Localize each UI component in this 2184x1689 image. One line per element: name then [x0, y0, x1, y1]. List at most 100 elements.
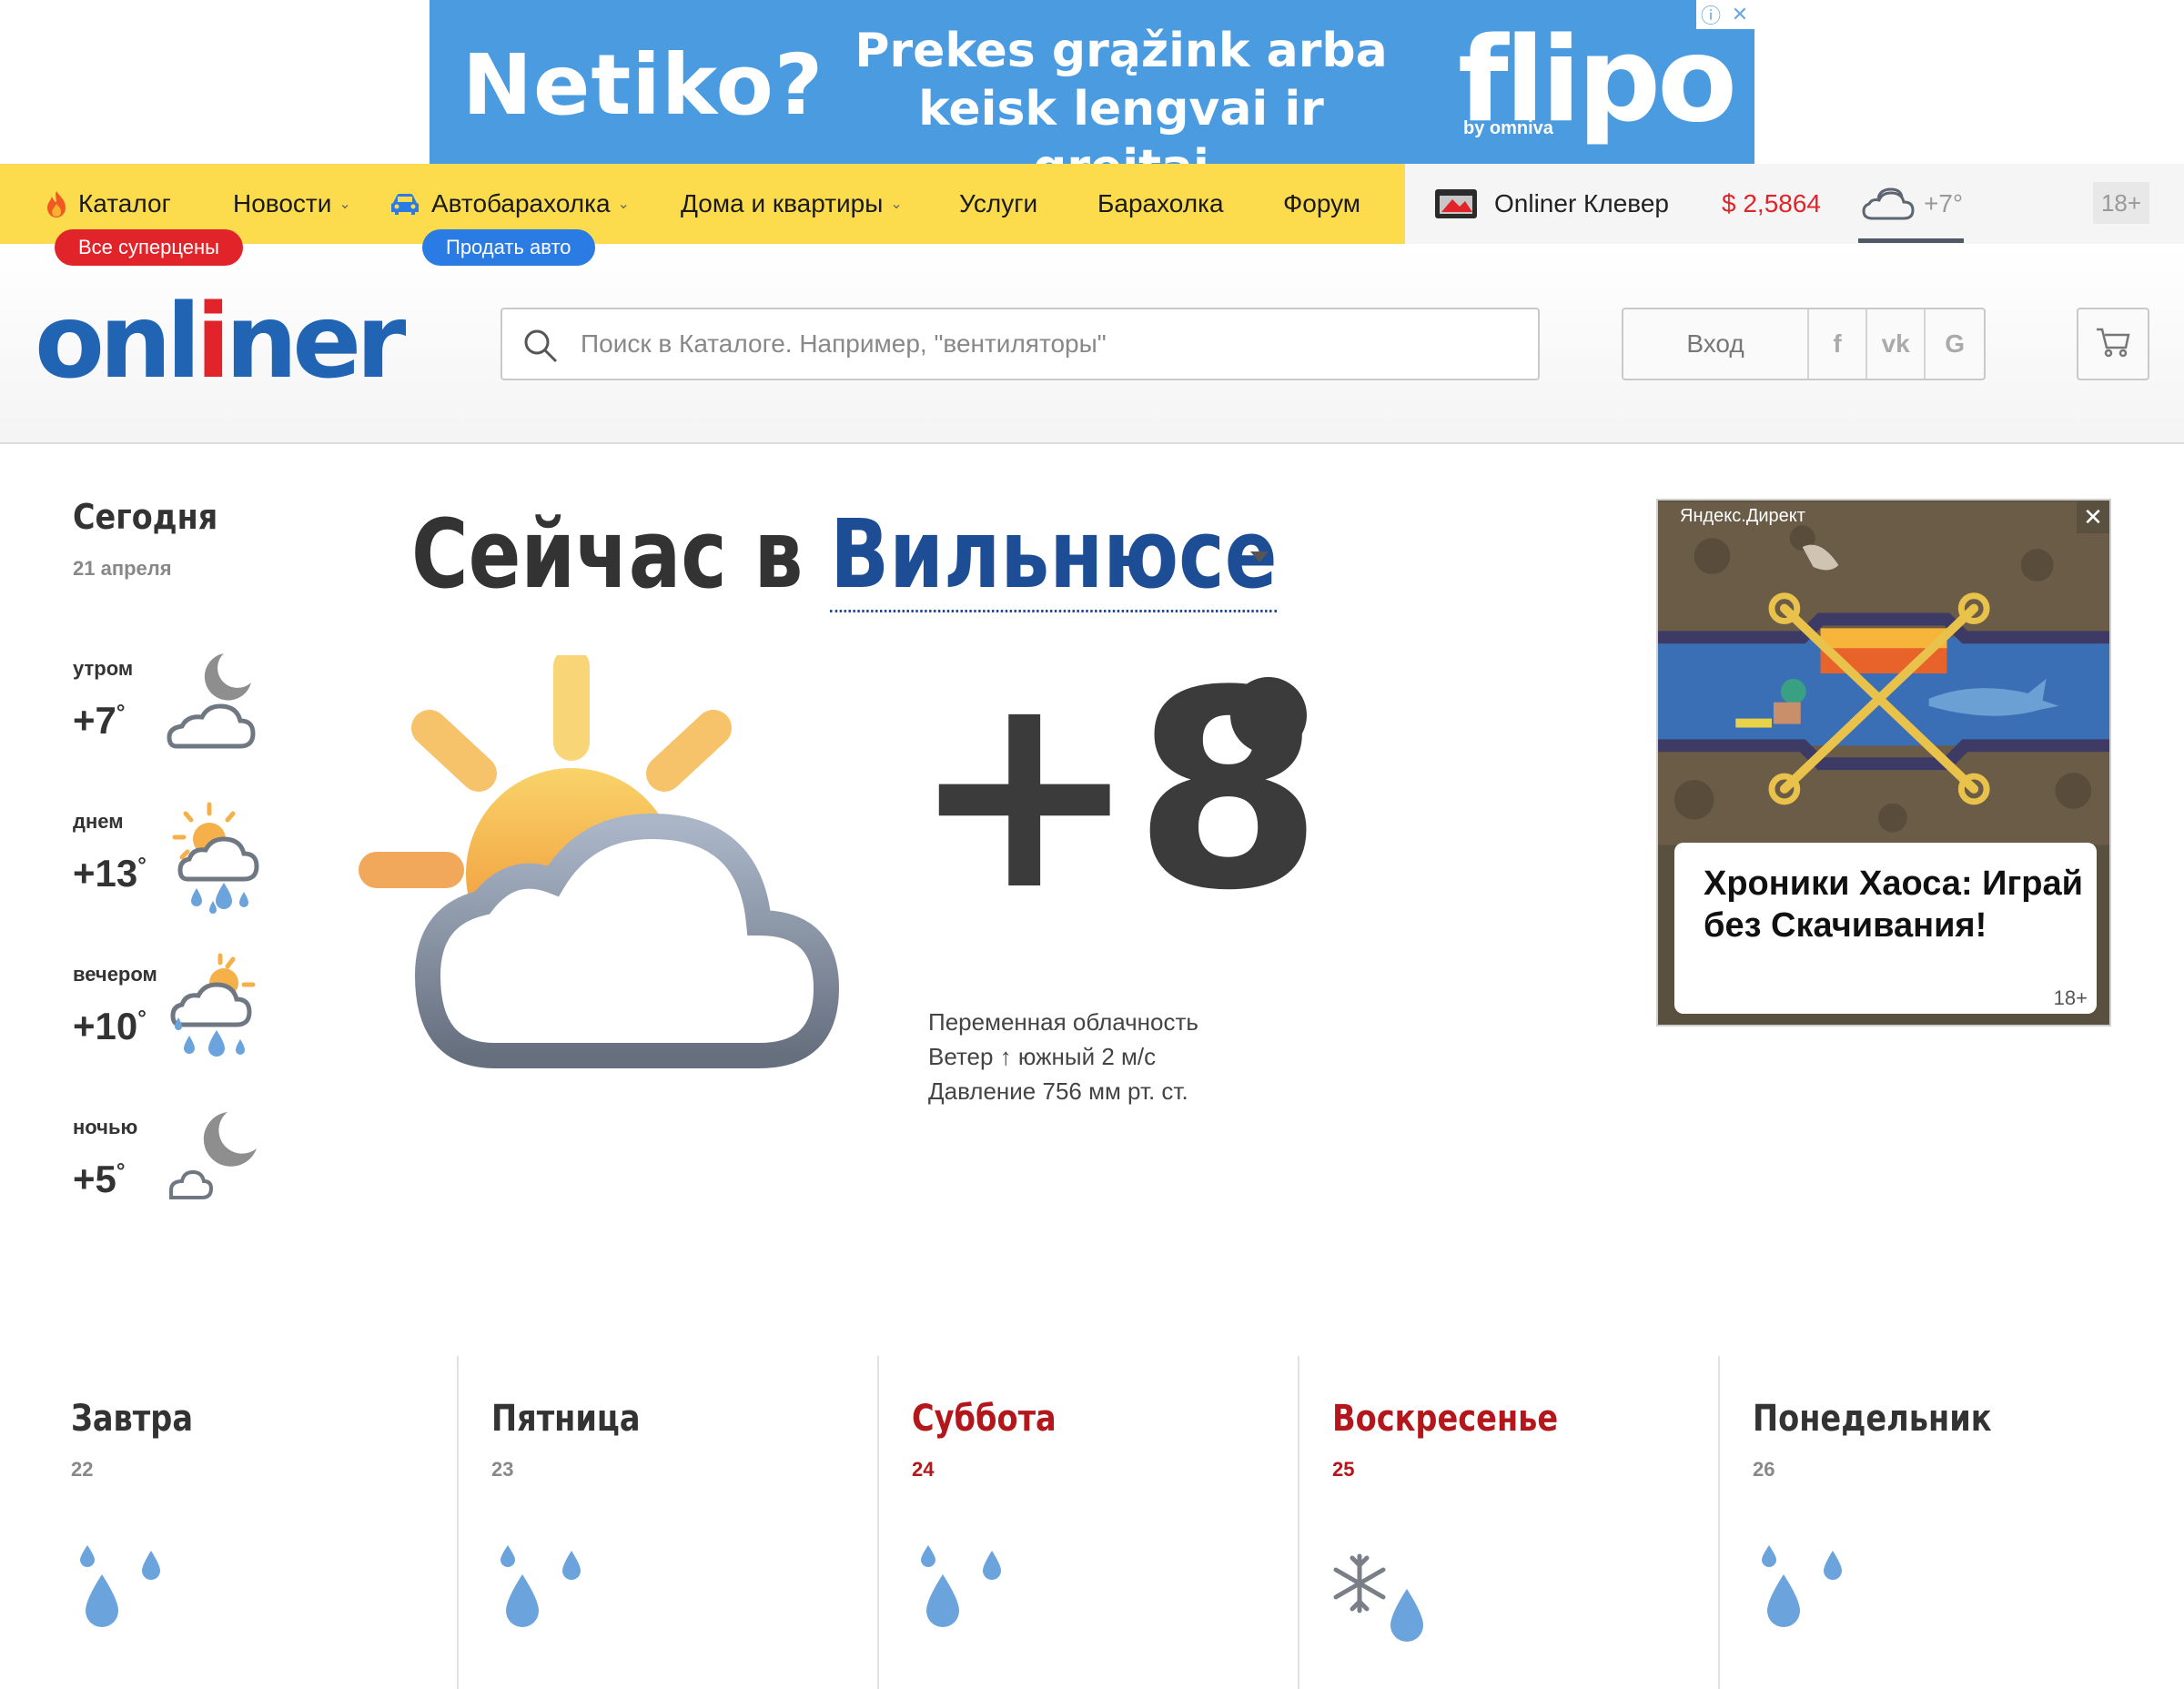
ad-headline: Netiko? [462, 36, 824, 134]
now-title: Сейчас в Вильнюсе [411, 499, 1278, 612]
nav-item-catalog[interactable]: Каталог [44, 186, 171, 222]
now-prefix: Сейчас в [411, 499, 804, 610]
nav-item-realty[interactable]: Дома и квартиры ⌄ [681, 186, 903, 222]
forecast-date: 25 [1332, 1458, 1355, 1481]
day-part-night: ночью +5° [73, 1112, 291, 1261]
forecast-day[interactable]: Суббота 24 [877, 1356, 1298, 1689]
page: Netiko? Prekes grąžink arba keisk lengva… [0, 0, 2184, 1689]
part-temp: +7° [73, 699, 126, 742]
rain-drops-icon [66, 1538, 175, 1665]
site-header: onliner Вход f vk G [0, 244, 2184, 444]
chevron-down-icon: ⌄ [617, 197, 630, 212]
part-label: днем [73, 810, 124, 833]
ad-slogan: Prekes grąžink arba keisk lengvai ir gre… [848, 22, 1394, 164]
forecast-day[interactable]: Воскресенье 25 [1298, 1356, 1718, 1689]
nav-weather[interactable]: +7° [1860, 186, 1963, 222]
chevron-down-icon: ⌄ [890, 197, 903, 212]
part-temp: +13° [73, 852, 147, 895]
main-nav: Каталог Новости ⌄ Автобарахолка ⌄ Дома и… [0, 164, 2184, 266]
search-input[interactable] [581, 319, 1518, 369]
ad-age: 18+ [2053, 986, 2088, 1009]
nav-item-auto[interactable]: Автобарахолка ⌄ [389, 186, 630, 222]
currency-rate[interactable]: $ 2,5864 [1722, 186, 1821, 222]
day-part-day: днем +13° [73, 802, 291, 956]
forecast-day-name: Пятница [491, 1398, 641, 1440]
forecast-day[interactable]: Понедельник 26 [1718, 1356, 2138, 1689]
sun-cloud-icon [359, 648, 850, 1074]
nav-weather-active-indicator [1858, 238, 1964, 243]
sun-cloud-rain-icon [160, 950, 262, 1068]
nav-label-baraholka: Барахолка [1097, 189, 1224, 217]
ad-source: Яндекс.Директ [1680, 506, 1805, 526]
nav-item-news[interactable]: Новости ⌄ [233, 186, 351, 222]
nav-label-services: Услуги [959, 189, 1038, 217]
car-icon [389, 192, 420, 216]
city-dropdown-caret-icon[interactable] [1250, 551, 1269, 562]
forecast-date: 24 [912, 1458, 935, 1481]
cart-button[interactable] [2077, 308, 2149, 380]
info-icon[interactable]: ⓘ [1696, 0, 1725, 29]
side-ad[interactable]: Яндекс.Директ ✕ Хроники Хаоса: Играй без… [1656, 499, 2111, 1027]
rain-drops-icon [486, 1538, 595, 1665]
forecast-day-name: Суббота [912, 1398, 1057, 1440]
rain-drops-icon [1747, 1538, 1856, 1665]
moon-small-cloud-icon [160, 1103, 262, 1221]
snow-rain-icon [1327, 1538, 1436, 1665]
current-pressure: Давление 756 мм рт. ст. [928, 1077, 1188, 1105]
current-wind: Ветер ↑ южный 2 м/с [928, 1043, 1157, 1070]
nav-item-services[interactable]: Услуги [959, 186, 1037, 222]
part-temp: +10° [73, 1005, 147, 1047]
ad-card[interactable]: Хроники Хаоса: Играй без Скачивания! 18+ [1674, 843, 2097, 1014]
part-label: утром [73, 657, 134, 680]
day-part-evening: вечером +10° [73, 953, 291, 1108]
forecast-date: 23 [491, 1458, 514, 1481]
close-icon[interactable]: ✕ [1725, 0, 1754, 29]
nav-weather-temp: +7° [1924, 189, 1964, 217]
degree-icon [1230, 677, 1307, 753]
nav-item-forum[interactable]: Форум [1283, 186, 1360, 222]
current-condition: Переменная облачность [928, 1008, 1198, 1036]
ad-slogan-line1: Prekes grąžink arba [854, 24, 1388, 78]
clever-card-icon [1434, 188, 1478, 219]
nav-label-forum: Форум [1283, 189, 1361, 217]
city-selector[interactable]: Вильнюсе [830, 499, 1278, 612]
part-label: вечером [73, 963, 157, 986]
nav-label-catalog: Каталог [78, 189, 171, 217]
badge-sell-car[interactable]: Продать авто [422, 229, 595, 266]
chevron-down-icon: ⌄ [339, 197, 351, 212]
login-button[interactable]: Вход [1623, 309, 1810, 379]
cart-icon [2095, 326, 2131, 363]
today-date: 21 апреля [73, 557, 172, 580]
nav-item-baraholka[interactable]: Барахолка [1097, 186, 1224, 222]
facebook-icon[interactable]: f [1809, 309, 1868, 379]
cloud-icon [1860, 186, 1916, 222]
age-badge: 18+ [2093, 182, 2149, 224]
google-icon[interactable]: G [1926, 309, 1984, 379]
forecast-day[interactable]: Пятница 23 [457, 1356, 877, 1689]
forecast-day-name: Воскресенье [1332, 1398, 1559, 1440]
fire-icon [44, 189, 69, 218]
clever-label: Onliner Клевер [1494, 189, 1669, 217]
forecast-day[interactable]: Завтра 22 [38, 1356, 459, 1689]
nav-label-auto: Автобарахолка [431, 189, 611, 217]
forecast-day-name: Завтра [71, 1398, 194, 1440]
ad-brand-sub: by omniva [1463, 118, 1553, 138]
moon-cloud-icon [160, 644, 262, 763]
badge-superprices[interactable]: Все суперцены [55, 229, 243, 266]
forecast-date: 26 [1753, 1458, 1775, 1481]
nav-clever[interactable]: Onliner Клевер [1434, 186, 1669, 222]
nav-label-realty: Дома и квартиры [681, 189, 884, 217]
top-ad-banner[interactable]: Netiko? Prekes grąžink arba keisk lengva… [430, 0, 1754, 164]
vk-icon[interactable]: vk [1867, 309, 1926, 379]
close-icon[interactable]: ✕ [2077, 501, 2109, 533]
part-temp: +5° [73, 1158, 126, 1200]
current-details: Переменная облачность Ветер ↑ южный 2 м/… [928, 1005, 1198, 1108]
part-label: ночью [73, 1116, 138, 1138]
onliner-logo[interactable]: onliner [35, 291, 406, 393]
nav-label-news: Новости [233, 189, 332, 217]
sun-cloud-rain-icon [160, 797, 262, 915]
logo-text-mid: i [196, 283, 230, 401]
ad-text: Хроники Хаоса: Играй без Скачивания! [1704, 865, 2083, 945]
logo-text-pre: onl [35, 283, 201, 401]
logo-text-post: ner [225, 283, 406, 401]
